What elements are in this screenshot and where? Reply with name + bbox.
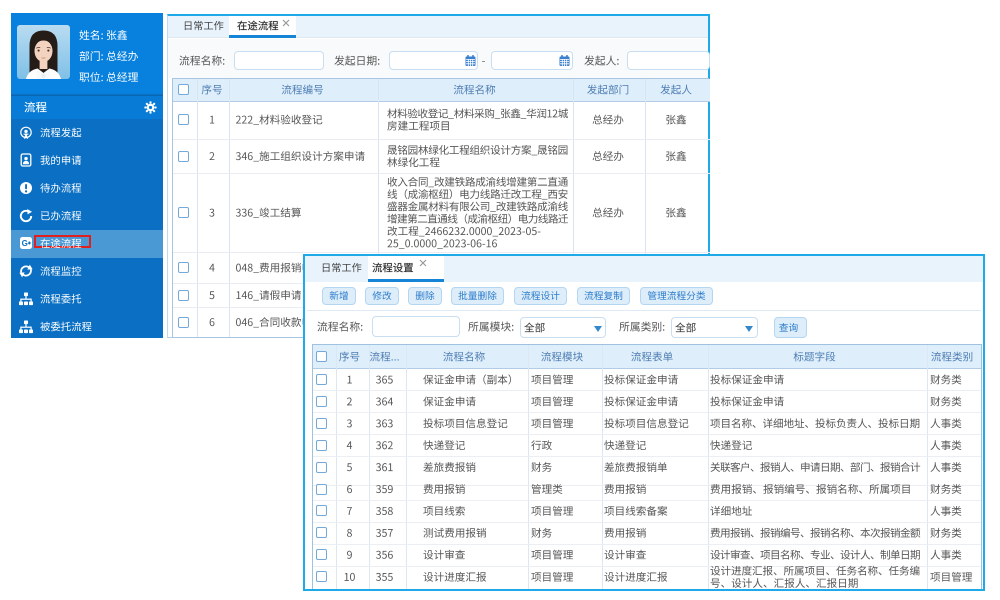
svg-text:G: G xyxy=(22,239,28,248)
